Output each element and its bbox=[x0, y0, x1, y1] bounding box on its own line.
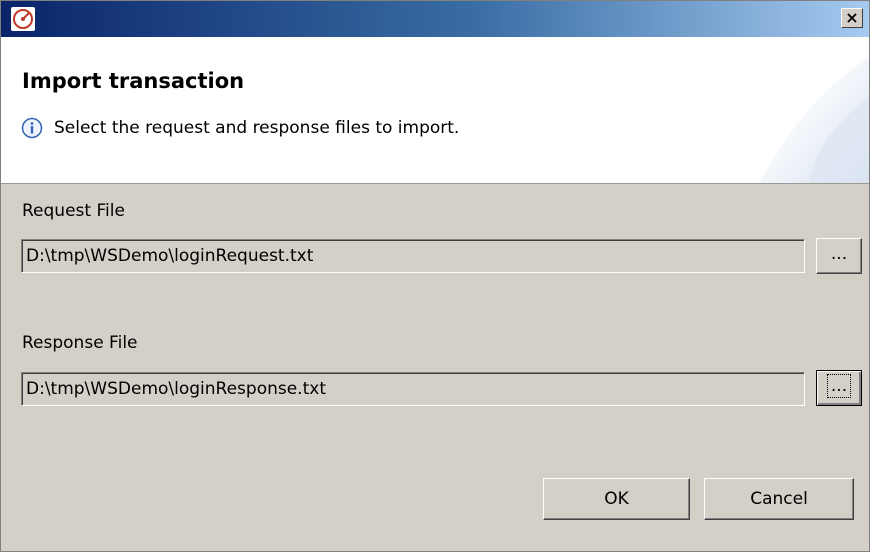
cancel-button[interactable]: Cancel bbox=[704, 478, 854, 520]
title-bar[interactable]: × bbox=[1, 1, 869, 37]
info-icon bbox=[21, 117, 43, 139]
close-button[interactable]: × bbox=[841, 8, 863, 28]
banner-decoration bbox=[759, 57, 869, 183]
request-file-label: Request File bbox=[22, 201, 125, 221]
response-file-label: Response File bbox=[22, 333, 138, 353]
close-icon: × bbox=[845, 8, 859, 27]
browse-button-label: ... bbox=[830, 244, 848, 264]
response-file-field[interactable]: D:\tmp\WSDemo\loginResponse.txt bbox=[21, 372, 805, 406]
page-title: Import transaction bbox=[22, 69, 245, 93]
browse-button-label: ... bbox=[826, 374, 852, 398]
request-file-field[interactable]: D:\tmp\WSDemo\loginRequest.txt bbox=[21, 239, 805, 273]
ok-button[interactable]: OK bbox=[543, 478, 690, 520]
header-banner: Import transaction Select the request an… bbox=[1, 37, 869, 184]
import-transaction-dialog: × Import transaction Select the request … bbox=[0, 0, 870, 552]
response-browse-button[interactable]: ... bbox=[816, 370, 862, 406]
request-browse-button[interactable]: ... bbox=[816, 238, 862, 274]
banner-message: Select the request and response files to… bbox=[54, 118, 460, 138]
gauge-icon bbox=[11, 7, 35, 31]
